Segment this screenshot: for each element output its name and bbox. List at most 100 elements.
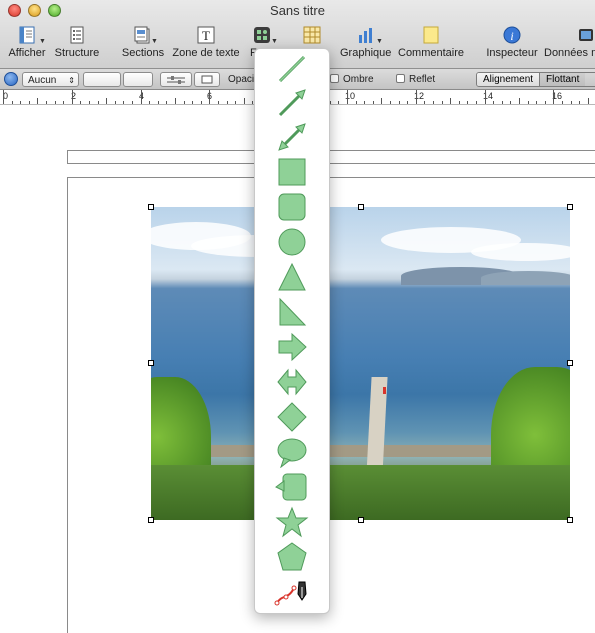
ruler-tick [11,101,13,104]
ruler-tick [347,90,348,104]
callout-icon [275,473,307,501]
ruler-tick [235,101,237,104]
wrap-select[interactable]: Aucun ⇕ [22,72,79,87]
ruler-tick [527,101,529,104]
styles-drawer-button[interactable] [4,72,18,86]
ruler-tick [243,98,245,104]
reflection-checkbox-box[interactable] [396,74,405,83]
sections-icon [134,26,150,44]
pentagon-icon [277,542,307,571]
ruler-tick [553,90,555,104]
ruler-tick [106,98,108,104]
shape-triangle[interactable] [272,261,312,293]
toolbar-view-label: Afficher [8,47,46,59]
ruler-tick [510,101,512,104]
ruler-tick [149,101,151,104]
shape-pentagon[interactable] [272,541,312,573]
shapes-menu [254,48,330,614]
shadow-checkbox[interactable]: Ombre [330,72,374,87]
shape-diamond[interactable] [272,401,312,433]
info-icon: i [503,26,521,44]
ruler-tick [209,90,211,104]
ruler-tick [89,101,90,104]
ruler-tick [140,90,142,104]
resize-handle-bottom[interactable] [358,517,364,523]
ruler-tick [484,90,486,104]
ruler-tick [407,101,409,104]
resize-handle-left[interactable] [148,360,154,366]
shape-rounded-square[interactable] [272,191,312,223]
shape-arrow[interactable] [272,331,312,363]
pen-tool-icon [274,581,307,606]
ruler-tick [372,101,374,104]
toolbar-media-button[interactable]: Données m [544,26,595,64]
alignment-segment[interactable]: Alignement [477,73,540,86]
shape-arrow-line[interactable] [272,87,312,119]
ruler-tick [63,101,65,104]
toolbar-media-label: Données m [544,47,595,59]
speech-bubble-icon [277,438,307,469]
floating-segment[interactable]: Flottant [539,73,586,86]
shape-line[interactable] [272,53,312,85]
shape-square[interactable] [272,156,312,188]
outline-icon [70,26,84,44]
shape-callout[interactable] [272,471,312,503]
line-icon [278,55,306,83]
ruler-tick [20,101,22,104]
resize-handle-br[interactable] [567,517,573,523]
ruler-tick [132,101,133,104]
updown-arrows-icon: ⇕ [68,76,75,85]
ruler-tick [579,101,581,104]
shape-circle[interactable] [272,226,312,258]
shape-right-triangle[interactable] [272,296,312,328]
toolbar-outline-button[interactable]: Structure [53,26,101,64]
line-style-select[interactable] [83,72,121,87]
shape-star[interactable] [272,506,312,538]
toolbar-textbox-button[interactable]: T Zone de texte [172,26,240,64]
resize-handle-bl[interactable] [148,517,154,523]
line-settings-button[interactable] [160,72,192,87]
toolbar-sections-button[interactable]: ▼ Sections [121,26,165,64]
right-triangle-icon [279,297,307,326]
ruler-tick [166,101,168,104]
comment-icon [423,26,439,44]
shape-double-arrow-line[interactable] [272,121,312,153]
page-header-area[interactable] [67,150,595,164]
ruler-tick [97,101,99,104]
toolbar-inspector-button[interactable]: i Inspecteur [484,26,540,64]
toolbar-view-button[interactable]: ▼ Afficher [6,26,48,64]
shape-double-arrow[interactable] [272,366,312,398]
lake-photo[interactable] [151,207,570,520]
shadow-label: Ombre [343,74,374,85]
textbox-icon: T [197,26,215,44]
resize-handle-tl[interactable] [148,204,154,210]
triangle-icon [278,262,306,291]
ruler-tick [3,90,4,104]
double-arrow-icon [277,368,307,396]
resize-handle-right[interactable] [567,360,573,366]
fill-button[interactable] [194,72,220,87]
ruler-tick [390,101,391,104]
star-icon [275,506,309,538]
toolbar-chart-label: Graphique [340,47,392,59]
resize-handle-top[interactable] [358,204,364,210]
toolbar-chart-button[interactable]: ▼ Graphique [338,26,394,64]
ruler-tick [338,101,340,104]
line-width-field[interactable] [123,72,153,87]
ruler-tick [519,98,520,104]
toolbar-comment-button[interactable]: Commentaire [398,26,464,64]
ruler-tick [467,101,469,104]
mountain [481,271,570,285]
shape-pen-tool[interactable] [272,576,312,608]
ruler-tick [157,101,159,104]
reflection-checkbox[interactable]: Reflet [396,72,435,87]
ruler-tick [501,101,503,104]
media-icon [579,29,593,41]
shape-speech-bubble[interactable] [272,436,312,469]
ruler-tick [415,90,417,104]
shadow-checkbox-box[interactable] [330,74,339,83]
ruler-tick [28,101,30,104]
resize-handle-tr[interactable] [567,204,573,210]
toolbar-inspector-label: Inspecteur [486,47,538,59]
ruler-tick [192,101,194,104]
